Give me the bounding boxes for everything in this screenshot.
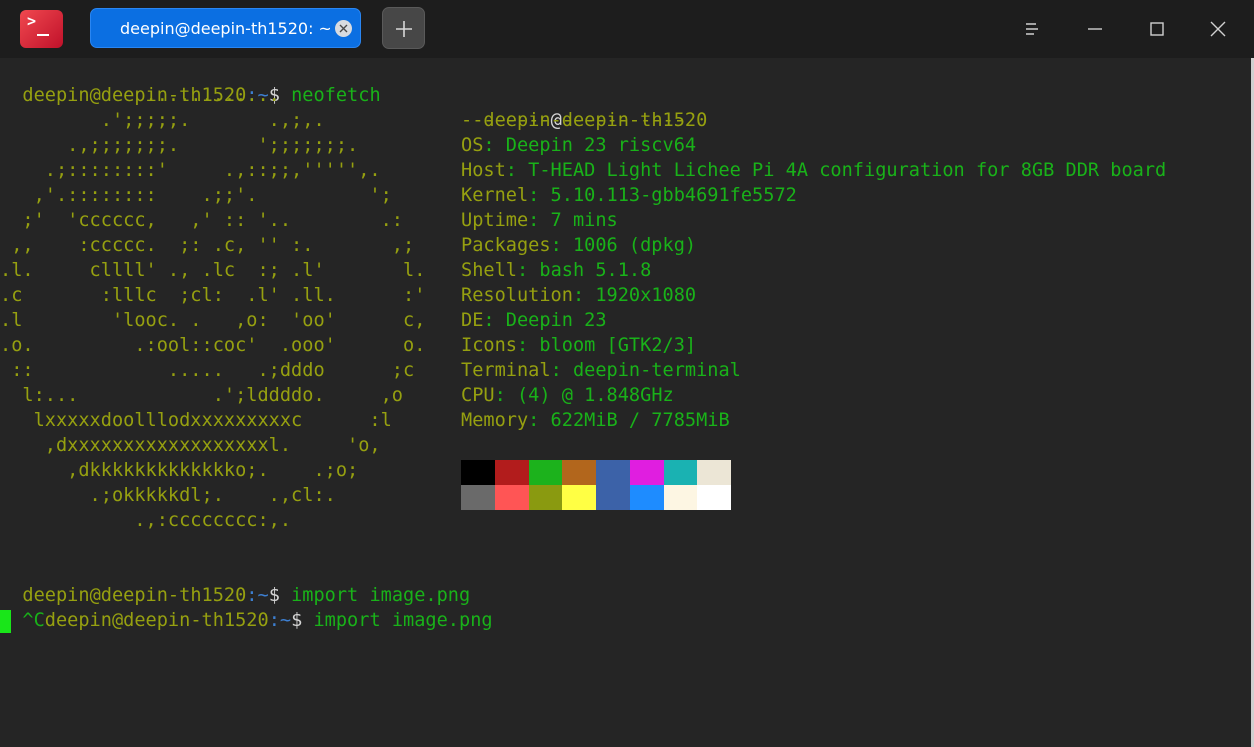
color-swatch: [697, 485, 731, 510]
info-key: Shell: [461, 260, 517, 281]
color-swatch: [495, 460, 529, 485]
info-key: Terminal: [461, 360, 551, 381]
logo-line: ,dxxxxxxxxxxxxxxxxxxl. 'o,: [0, 435, 381, 456]
info-value: : 622MiB / 7785MiB: [528, 410, 730, 431]
info-value: : 1920x1080: [572, 285, 697, 306]
close-button[interactable]: [1203, 14, 1233, 44]
color-swatch: [529, 460, 562, 485]
logo-line: ............: [0, 85, 280, 106]
info-row: Packages: 1006 (dpkg): [461, 233, 696, 258]
minimize-button[interactable]: [1080, 14, 1110, 44]
info-key: CPU: [461, 385, 495, 406]
tab-close-icon[interactable]: [335, 20, 352, 37]
info-value: : bash 5.1.8: [516, 260, 652, 281]
info-row: DE: Deepin 23: [461, 308, 607, 333]
info-key: Resolution: [461, 285, 573, 306]
tab-terminal[interactable]: deepin@deepin-th1520: ~: [90, 8, 361, 48]
info-row: Kernel: 5.10.113-gbb4691fe5572: [461, 183, 797, 208]
new-tab-button[interactable]: [382, 7, 425, 49]
color-swatch: [529, 485, 562, 510]
logo-line: lxxxxxdoolllodxxxxxxxxxc :l: [0, 410, 392, 431]
logo-line: .l 'looc. . ,o: 'oo' c,: [0, 310, 426, 331]
logo-line: .o. .:ool::coc' .ooo' o.: [0, 335, 426, 356]
logo-line: :: ..... .;dddo ;c: [0, 360, 415, 381]
logo-line: .,;;;;;;;. ';;;;;;;.: [0, 135, 359, 156]
menu-icon: [1026, 23, 1038, 35]
info-row: Shell: bash 5.1.8: [461, 258, 651, 283]
minimize-icon: [1088, 28, 1102, 30]
info-row: Host: T-HEAD Light Lichee Pi 4A configur…: [461, 158, 1166, 183]
info-value: : T-HEAD Light Lichee Pi 4A configuratio…: [505, 160, 1167, 181]
logo-line: .;okkkkkdl;. .,cl:.: [0, 485, 336, 506]
info-value: : 5.10.113-gbb4691fe5572: [528, 185, 797, 206]
logo-line: ,'.:::::::: .;;'. ';: [0, 185, 392, 206]
color-swatch: [664, 485, 697, 510]
prompt-line: ^Cdeepin@deepin-th1520:~$ import image.p…: [22, 610, 493, 631]
color-swatch: [697, 460, 731, 485]
close-icon: [1210, 21, 1226, 37]
tab-title: deepin@deepin-th1520: ~: [120, 19, 330, 38]
terminal-app-icon[interactable]: >: [20, 10, 63, 48]
logo-line: .;::::::::' .,::;;,''''',.: [0, 160, 381, 181]
info-row: Resolution: 1920x1080: [461, 283, 696, 308]
info-row: Icons: bloom [GTK2/3]: [461, 333, 696, 358]
logo-line: ;' 'cccccc, ,' :: '.. .:: [0, 210, 403, 231]
info-row: OS: Deepin 23 riscv64: [461, 133, 696, 158]
info-row: Terminal: deepin-terminal: [461, 358, 741, 383]
info-key: Kernel: [461, 185, 529, 206]
color-swatch: [664, 460, 697, 485]
plus-icon: [396, 21, 412, 37]
maximize-icon: [1150, 22, 1164, 36]
color-swatch: [495, 485, 529, 510]
info-row: Uptime: 7 mins: [461, 208, 618, 233]
color-swatch: [461, 485, 495, 510]
logo-line: ,dkkkkkkkkkkkkko;. .;o;: [0, 460, 359, 481]
logo-line: .,:cccccccc:,.: [0, 510, 292, 531]
info-key: DE: [461, 310, 484, 331]
logo-line: .c :lllc ;cl: .l' .ll. :': [0, 285, 426, 306]
info-key: Host: [461, 160, 506, 181]
info-row: CPU: (4) @ 1.848GHz: [461, 383, 674, 408]
info-value: : Deepin 23 riscv64: [483, 135, 697, 156]
color-swatch: [562, 485, 596, 510]
info-value: : 7 mins: [528, 210, 618, 231]
logo-line: ,, :ccccc. ;: .c, '' :. ,;: [0, 235, 415, 256]
menu-button[interactable]: [1017, 14, 1047, 44]
info-value: : bloom [GTK2/3]: [516, 335, 697, 356]
text-cursor: [0, 610, 11, 633]
info-key: Memory: [461, 410, 529, 431]
info-value: : (4) @ 1.848GHz: [494, 385, 674, 406]
color-swatch: [461, 460, 495, 485]
color-palette: [461, 460, 731, 510]
maximize-button[interactable]: [1142, 14, 1172, 44]
info-key: OS: [461, 135, 484, 156]
info-value: : Deepin 23: [483, 310, 607, 331]
color-swatch: [630, 485, 664, 510]
color-swatch: [596, 485, 630, 510]
title-bar: > deepin@deepin-th1520: ~: [0, 0, 1254, 58]
info-row: Memory: 622MiB / 7785MiB: [461, 408, 730, 433]
logo-line: l:... .';lddddo. ,o: [0, 385, 403, 406]
color-swatch: [630, 460, 664, 485]
info-value: : deepin-terminal: [550, 360, 741, 381]
logo-line: .l. cllll' ., .lc :; .l' l.: [0, 260, 426, 281]
info-separator: --------------------: [461, 110, 685, 131]
color-swatch: [562, 460, 596, 485]
info-key: Icons: [461, 335, 517, 356]
logo-line: .';;;;;. .,;,.: [0, 110, 325, 131]
info-key: Packages: [461, 235, 551, 256]
info-key: Uptime: [461, 210, 529, 231]
info-value: : 1006 (dpkg): [550, 235, 697, 256]
color-swatch: [596, 460, 630, 485]
